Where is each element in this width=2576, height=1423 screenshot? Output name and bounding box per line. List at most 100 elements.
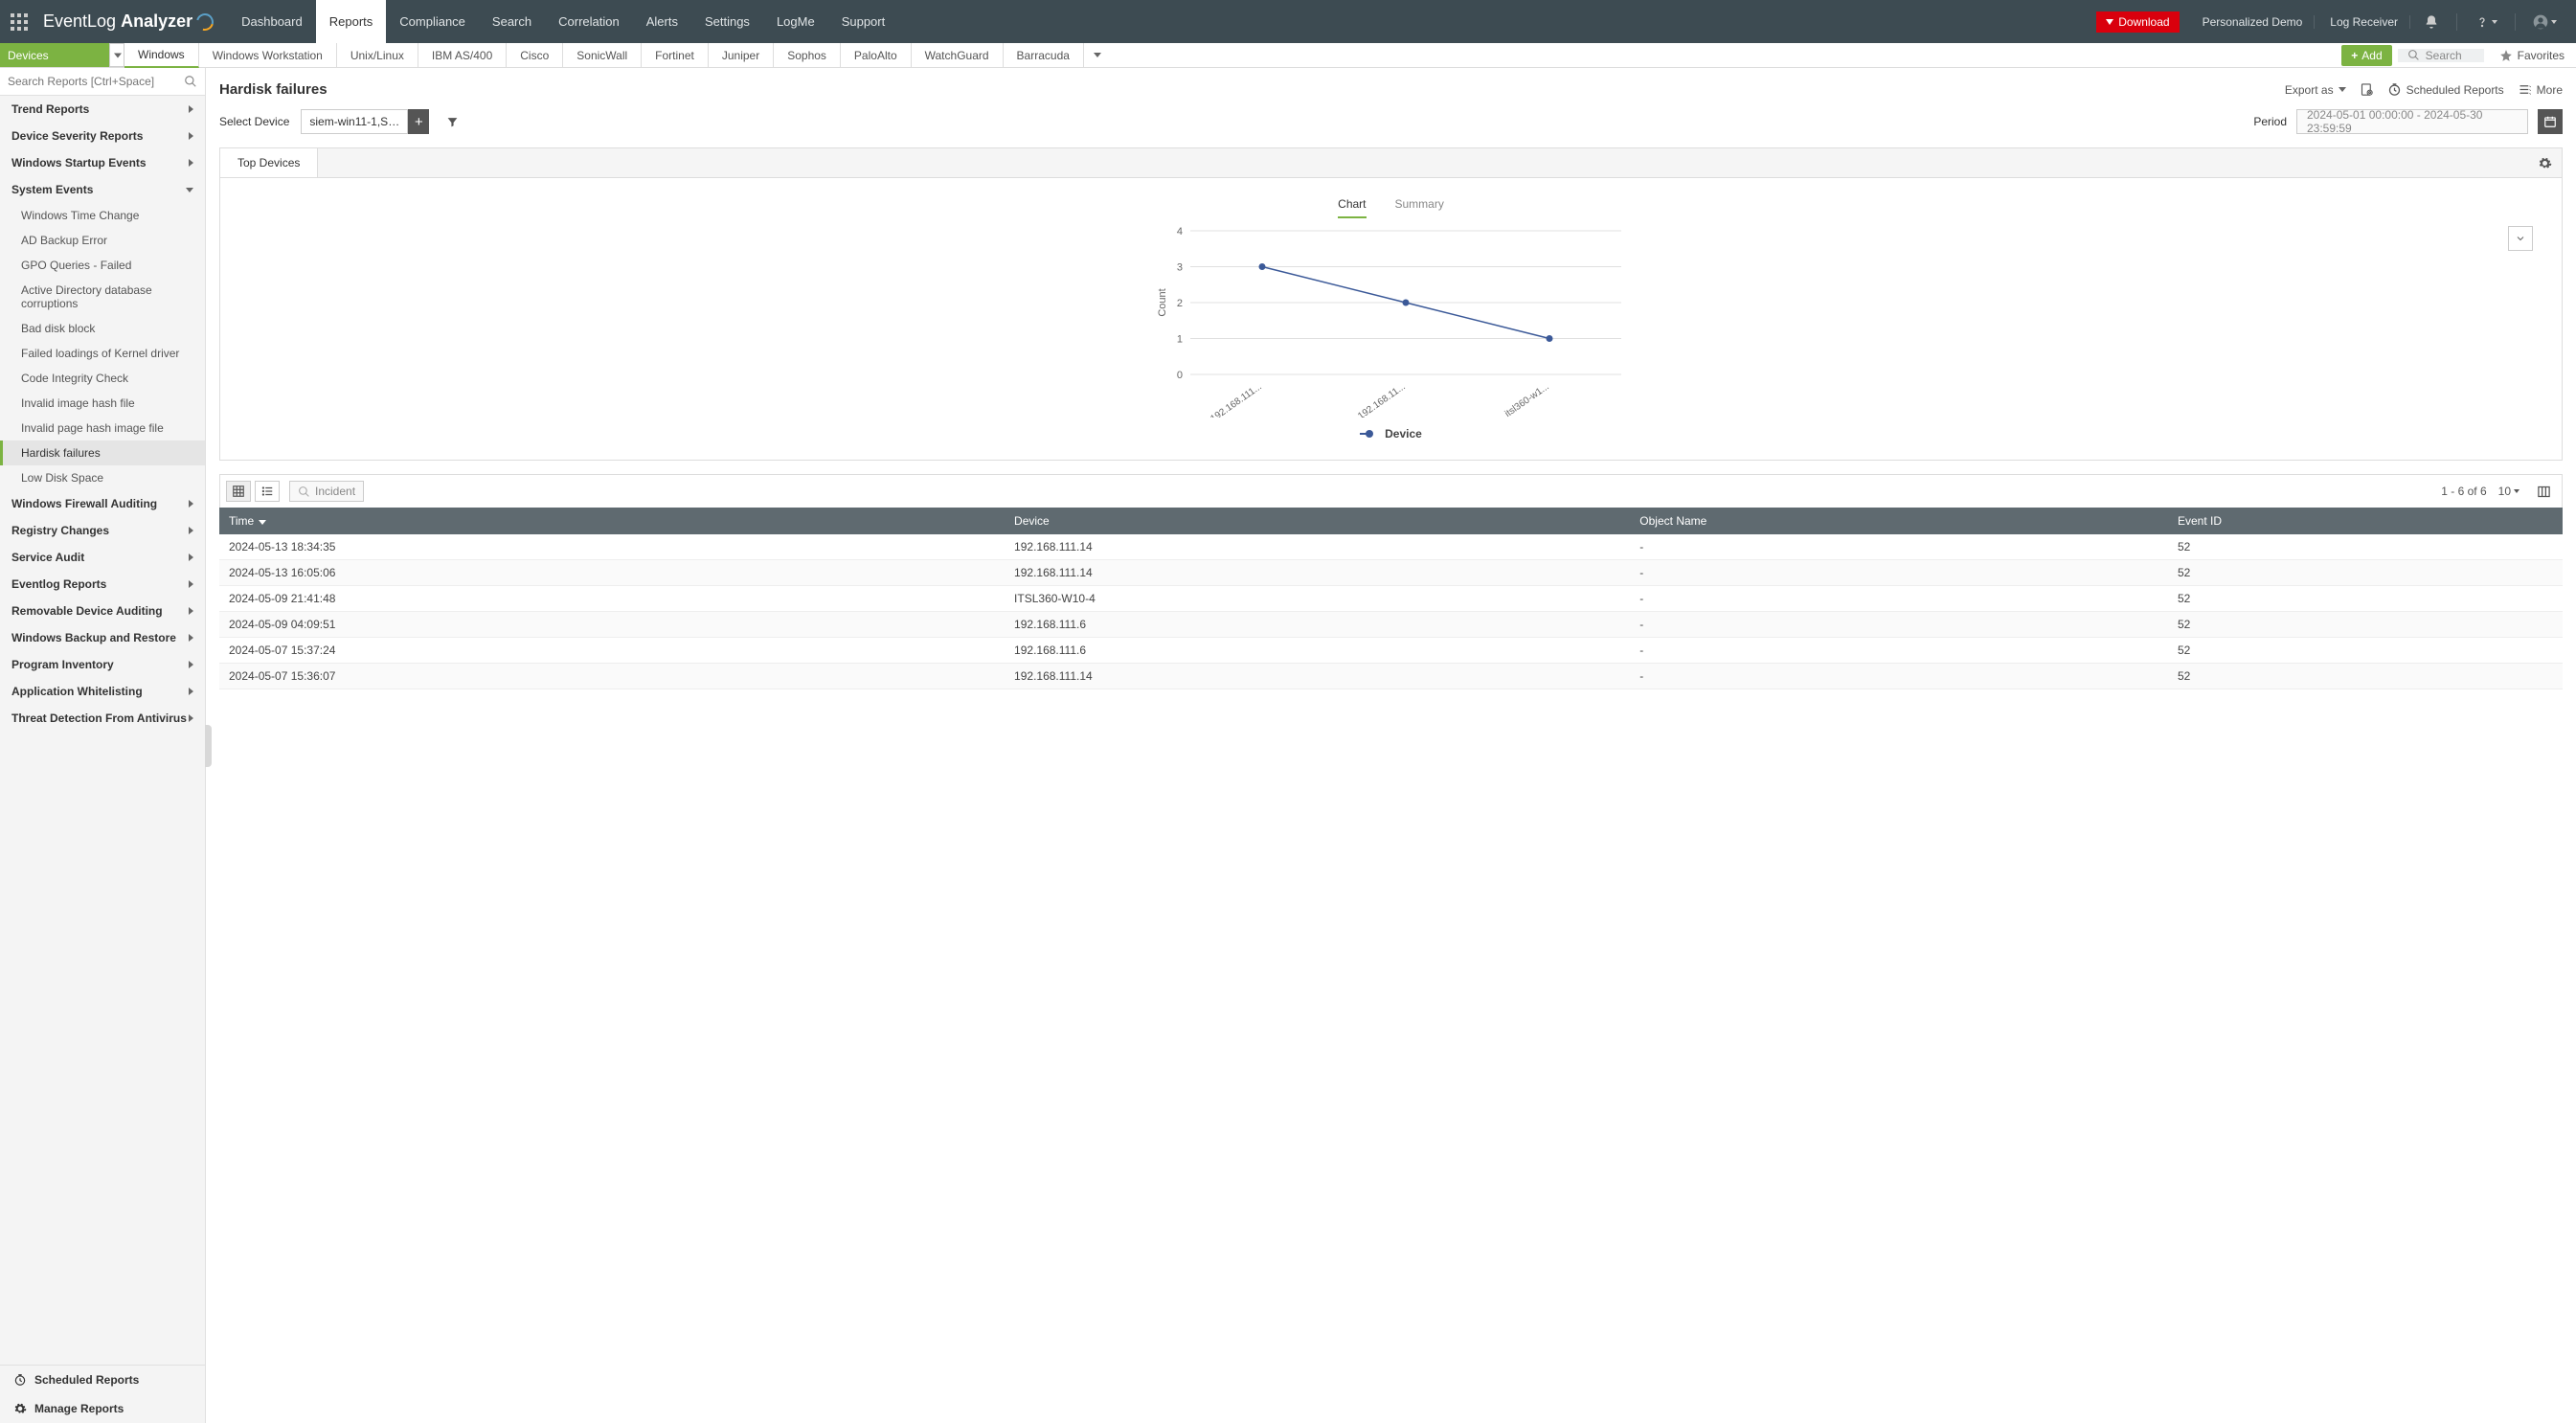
tree-group-device-severity-reports[interactable]: Device Severity Reports — [0, 123, 205, 149]
help-icon[interactable] — [2465, 14, 2507, 30]
export-as-button[interactable]: Export as — [2285, 83, 2346, 97]
tree-item-ad-backup-error[interactable]: AD Backup Error — [0, 228, 205, 253]
subnav-barracuda[interactable]: Barracuda — [1004, 43, 1084, 67]
nav-correlation[interactable]: Correlation — [545, 0, 633, 43]
subnav-cisco[interactable]: Cisco — [507, 43, 563, 67]
table-row[interactable]: 2024-05-13 16:05:06192.168.111.14-52 — [219, 560, 2563, 586]
columns-button[interactable] — [2531, 481, 2556, 502]
tree-item-invalid-page-hash-image-file[interactable]: Invalid page hash image file — [0, 416, 205, 440]
calendar-button[interactable] — [2538, 109, 2563, 134]
subnav-windows-workstation[interactable]: Windows Workstation — [199, 43, 337, 67]
subnav-watchguard[interactable]: WatchGuard — [912, 43, 1004, 67]
download-button[interactable]: Download — [2096, 11, 2179, 33]
cell-object: - — [1630, 664, 2168, 689]
tree-group-system-events[interactable]: System Events — [0, 176, 205, 203]
page-title: Hardisk failures — [219, 81, 328, 98]
add-device-button[interactable]: + — [408, 109, 429, 134]
tree-group-windows-startup-events[interactable]: Windows Startup Events — [0, 149, 205, 176]
manage-reports-link[interactable]: Manage Reports — [0, 1394, 205, 1423]
table-row[interactable]: 2024-05-09 04:09:51192.168.111.6-52 — [219, 612, 2563, 638]
personalized-demo-link[interactable]: Personalized Demo — [2191, 15, 2316, 29]
nav-settings[interactable]: Settings — [691, 0, 763, 43]
chevron-right-icon — [189, 159, 193, 167]
col-time[interactable]: Time — [219, 508, 1005, 534]
nav-support[interactable]: Support — [828, 0, 899, 43]
nav-reports[interactable]: Reports — [316, 0, 387, 43]
subnav-sophos[interactable]: Sophos — [774, 43, 841, 67]
tree-group-eventlog-reports[interactable]: Eventlog Reports — [0, 571, 205, 598]
nav-alerts[interactable]: Alerts — [633, 0, 691, 43]
scheduled-reports-button[interactable]: Scheduled Reports — [2387, 82, 2504, 97]
grid-view-button[interactable] — [226, 481, 251, 502]
subnav-unix-linux[interactable]: Unix/Linux — [337, 43, 418, 67]
subnav-ibm-as-400[interactable]: IBM AS/400 — [418, 43, 507, 67]
tree-group-removable-device-auditing[interactable]: Removable Device Auditing — [0, 598, 205, 624]
table-row[interactable]: 2024-05-09 21:41:48ITSL360-W10-4-52 — [219, 586, 2563, 612]
list-view-button[interactable] — [255, 481, 280, 502]
scheduled-reports-link[interactable]: Scheduled Reports — [0, 1366, 205, 1394]
global-search[interactable]: Search — [2398, 49, 2484, 62]
period-input[interactable]: 2024-05-01 00:00:00 - 2024-05-30 23:59:5… — [2296, 109, 2528, 134]
logo[interactable]: EventLog Analyzer — [38, 0, 228, 43]
bell-icon[interactable] — [2414, 14, 2449, 30]
tree-item-active-directory-database-corruptions[interactable]: Active Directory database corruptions — [0, 278, 205, 316]
devices-dropdown[interactable]: Devices — [0, 43, 124, 67]
user-icon[interactable] — [2523, 14, 2566, 30]
tree-group-trend-reports[interactable]: Trend Reports — [0, 96, 205, 123]
tree-item-low-disk-space[interactable]: Low Disk Space — [0, 465, 205, 490]
main-nav: DashboardReportsComplianceSearchCorrelat… — [228, 0, 898, 43]
chevron-down-icon — [186, 188, 193, 192]
apps-grid-icon[interactable] — [0, 0, 38, 43]
search-icon[interactable] — [176, 75, 205, 88]
favorites-button[interactable]: Favorites — [2488, 43, 2576, 67]
tree-item-bad-disk-block[interactable]: Bad disk block — [0, 316, 205, 341]
col-object-name[interactable]: Object Name — [1630, 508, 2168, 534]
table-row[interactable]: 2024-05-07 15:37:24192.168.111.6-52 — [219, 638, 2563, 664]
card-settings-button[interactable] — [2528, 156, 2562, 170]
subnav-fortinet[interactable]: Fortinet — [642, 43, 709, 67]
table-row[interactable]: 2024-05-07 15:36:07192.168.111.14-52 — [219, 664, 2563, 689]
cell-device: 192.168.111.6 — [1005, 638, 1630, 664]
tree-group-registry-changes[interactable]: Registry Changes — [0, 517, 205, 544]
tree-item-hardisk-failures[interactable]: Hardisk failures — [0, 440, 205, 465]
inner-tab-chart[interactable]: Chart — [1338, 197, 1366, 218]
sidebar-collapse-handle[interactable] — [205, 725, 212, 767]
tree-item-failed-loadings-of-kernel-driver[interactable]: Failed loadings of Kernel driver — [0, 341, 205, 366]
nav-logme[interactable]: LogMe — [763, 0, 828, 43]
tab-top-devices[interactable]: Top Devices — [220, 148, 318, 177]
tree-group-windows-firewall-auditing[interactable]: Windows Firewall Auditing — [0, 490, 205, 517]
export-settings-button[interactable] — [2360, 82, 2374, 97]
page-size-select[interactable]: 10 — [2498, 485, 2520, 498]
tree-group-threat-detection-from-antivirus[interactable]: Threat Detection From Antivirus — [0, 705, 205, 732]
cell-device: 192.168.111.14 — [1005, 560, 1630, 586]
subnav-juniper[interactable]: Juniper — [709, 43, 774, 67]
tree-group-service-audit[interactable]: Service Audit — [0, 544, 205, 571]
col-event-id[interactable]: Event ID — [2168, 508, 2563, 534]
table-row[interactable]: 2024-05-13 18:34:35192.168.111.14-52 — [219, 534, 2563, 560]
tree-item-code-integrity-check[interactable]: Code Integrity Check — [0, 366, 205, 391]
col-device[interactable]: Device — [1005, 508, 1630, 534]
tree-item-gpo-queries-failed[interactable]: GPO Queries - Failed — [0, 253, 205, 278]
nav-dashboard[interactable]: Dashboard — [228, 0, 316, 43]
subnav-windows[interactable]: Windows — [124, 43, 199, 68]
tree-group-windows-backup-and-restore[interactable]: Windows Backup and Restore — [0, 624, 205, 651]
nav-search[interactable]: Search — [479, 0, 545, 43]
subnav-paloalto[interactable]: PaloAlto — [841, 43, 912, 67]
add-button[interactable]: +Add — [2341, 45, 2391, 66]
subnav-sonicwall[interactable]: SonicWall — [563, 43, 642, 67]
search-reports-input[interactable] — [0, 68, 176, 95]
incident-button[interactable]: Incident — [289, 481, 364, 502]
log-receiver-link[interactable]: Log Receiver — [2318, 15, 2410, 29]
tree-group-application-whitelisting[interactable]: Application Whitelisting — [0, 678, 205, 705]
tree-item-invalid-image-hash-file[interactable]: Invalid image hash file — [0, 391, 205, 416]
filter-button[interactable] — [441, 109, 463, 134]
cell-time: 2024-05-09 04:09:51 — [219, 612, 1005, 638]
tree-group-program-inventory[interactable]: Program Inventory — [0, 651, 205, 678]
tree-item-windows-time-change[interactable]: Windows Time Change — [0, 203, 205, 228]
sub-nav-more[interactable] — [1084, 43, 1111, 67]
device-select[interactable]: siem-win11-1,SIEM-W... — [301, 109, 408, 134]
more-button[interactable]: More — [2518, 82, 2563, 97]
nav-compliance[interactable]: Compliance — [386, 0, 479, 43]
chart-expand-button[interactable] — [2508, 226, 2533, 251]
inner-tab-summary[interactable]: Summary — [1395, 197, 1444, 218]
